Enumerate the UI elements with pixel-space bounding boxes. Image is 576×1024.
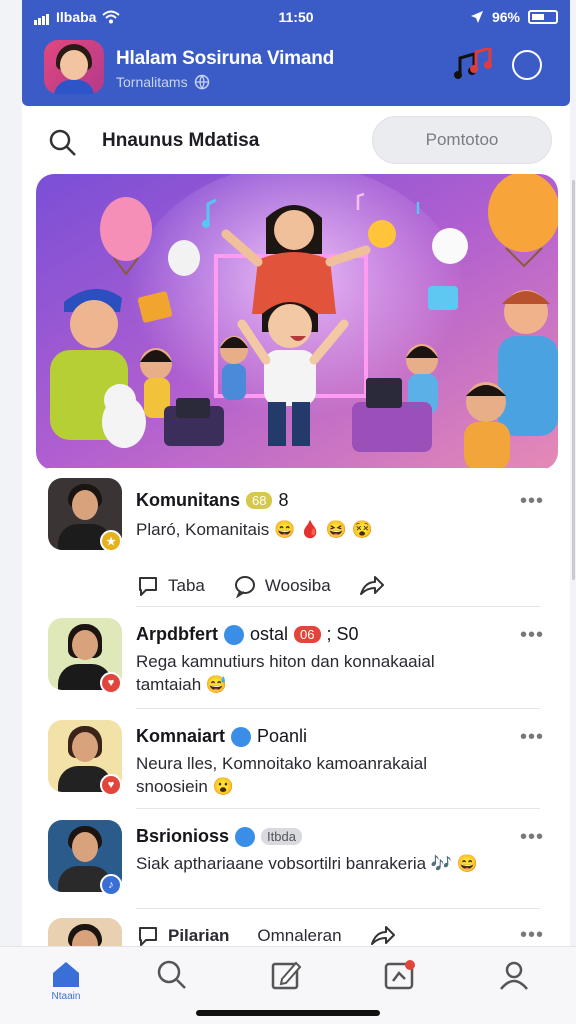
more-options-icon[interactable]: ••• [520,924,544,947]
list-item[interactable]: ♥ Arpdbfert ostal 06 ; S0 Rega kamnutiur… [36,618,558,718]
post-body: Rega kamnutiurs hiton dan konnakaaial ta… [136,652,435,694]
post-author: Komunitans 68 8 [136,490,289,511]
tab-search[interactable] [148,959,196,1009]
battery-percent: 96% [491,9,520,25]
comment-icon [139,927,157,946]
search-icon [157,960,186,989]
list-item[interactable]: ♪ Bsrionioss Itbda Siak apthariaane vobs… [36,820,558,920]
profile-avatar[interactable] [44,40,104,94]
verified-icon [224,624,244,645]
hero-illustration [36,174,558,470]
page-title: Hlalam Sosiruna Vimand [116,48,335,69]
more-options-icon[interactable]: ••• [520,726,544,749]
tab-home[interactable]: Ntaain [42,959,90,1009]
more-options-icon[interactable]: ••• [520,490,544,513]
tab-profile[interactable] [490,959,538,1009]
post-body: Plaró, Komanitais 😄 🩸 😆 😵 [136,520,373,539]
tab-compose[interactable] [262,959,310,1009]
like-button[interactable]: Omnaleran [257,926,341,946]
wifi-icon [102,10,121,24]
comment-button[interactable]: Taba [136,574,205,598]
post-author: Komnaiart Poanli [136,726,307,747]
post-author: Bsrionioss Itbda [136,826,302,847]
hero-banner[interactable] [36,174,558,470]
post-body: Siak apthariaane vobsortilri banrakeria … [136,854,478,873]
chip-suffix: 8 [278,490,289,510]
author-tag: Poanli [257,726,308,746]
status-ring-button[interactable] [512,50,542,80]
author-name: Bsrionioss [136,826,230,846]
list-item[interactable]: ★ Komunitans 68 8 Plaró, Komanitais 😄 🩸 … [36,478,558,608]
share-icon[interactable] [359,574,385,598]
battery-icon [528,10,558,24]
location-icon [470,11,483,23]
author-tag: ostal [250,624,289,644]
heart-badge-icon: ♥ [100,672,122,694]
subtitle-label: Tornalitams [116,74,188,90]
heart-badge-icon: ♥ [100,774,122,796]
profile-icon [500,961,528,990]
app-screen: Ilbaba 11:50 96% Hlalam Sosiruna Vimand … [22,0,570,1024]
divider [136,808,540,809]
search-icon[interactable] [48,128,78,158]
post-body: Neura lles, Komnoitako kamoanrakaial sno… [136,754,428,796]
status-time: 11:50 [278,9,314,25]
chip-suffix: ; S0 [326,624,359,644]
activity-icon [384,960,415,990]
author-name: Komnaiart [136,726,226,746]
level-chip: 06 [294,626,321,643]
chat-bubble-icon [234,576,255,598]
like-label: Woosiba [264,576,331,595]
music-icon[interactable] [452,46,496,82]
search-bar: Hnaunus Mdatisa Pomtotoo [22,112,570,170]
level-chip: 68 [246,492,273,509]
verified-icon [235,826,256,847]
tab-home-label: Ntaain [51,991,81,1002]
post-feed: ★ Komunitans 68 8 Plaró, Komanitais 😄 🩸 … [36,468,558,990]
more-options-icon[interactable]: ••• [520,624,544,647]
app-header: Ilbaba 11:50 96% Hlalam Sosiruna Vimand … [22,0,570,106]
author-name: Komunitans [136,490,241,510]
share-icon[interactable] [370,924,396,948]
divider [136,606,540,607]
list-item[interactable]: ♥ Komnaiart Poanli Neura lles, Komnoitak… [36,720,558,820]
tab-activity[interactable] [376,959,424,1009]
comment-button[interactable]: Pilarian [136,924,229,948]
home-icon [53,962,79,987]
music-badge-icon: ♪ [100,874,122,896]
divider [136,708,540,709]
post-actions: Taba Woosiba [136,574,385,598]
verified-badge-icon: ★ [100,530,122,552]
author-tag: Itbda [261,828,302,845]
comment-label: Pilarian [168,926,230,945]
more-options-icon[interactable]: ••• [520,826,544,849]
post-author: Arpdbfert ostal 06 ; S0 [136,624,359,645]
home-indicator[interactable] [196,1010,380,1016]
comment-icon [139,577,157,596]
carrier-label: Ilbaba [56,9,97,25]
verified-icon [231,726,252,747]
edit-icon [271,961,302,990]
author-name: Arpdbfert [136,624,218,644]
comment-label: Taba [168,576,205,595]
status-bar: Ilbaba 11:50 96% [34,8,558,26]
promote-button[interactable]: Pomtotoo [372,116,552,164]
signal-icon [34,9,50,25]
scrollbar[interactable] [572,180,575,580]
like-button[interactable]: Woosiba [233,574,331,598]
post-actions: Pilarian Omnaleran [136,924,396,948]
page-subtitle: Tornalitams [116,74,210,90]
search-input[interactable]: Hnaunus Mdatisa [102,130,259,152]
divider [136,908,540,909]
like-label: Omnaleran [257,926,342,945]
globe-icon [194,74,209,90]
